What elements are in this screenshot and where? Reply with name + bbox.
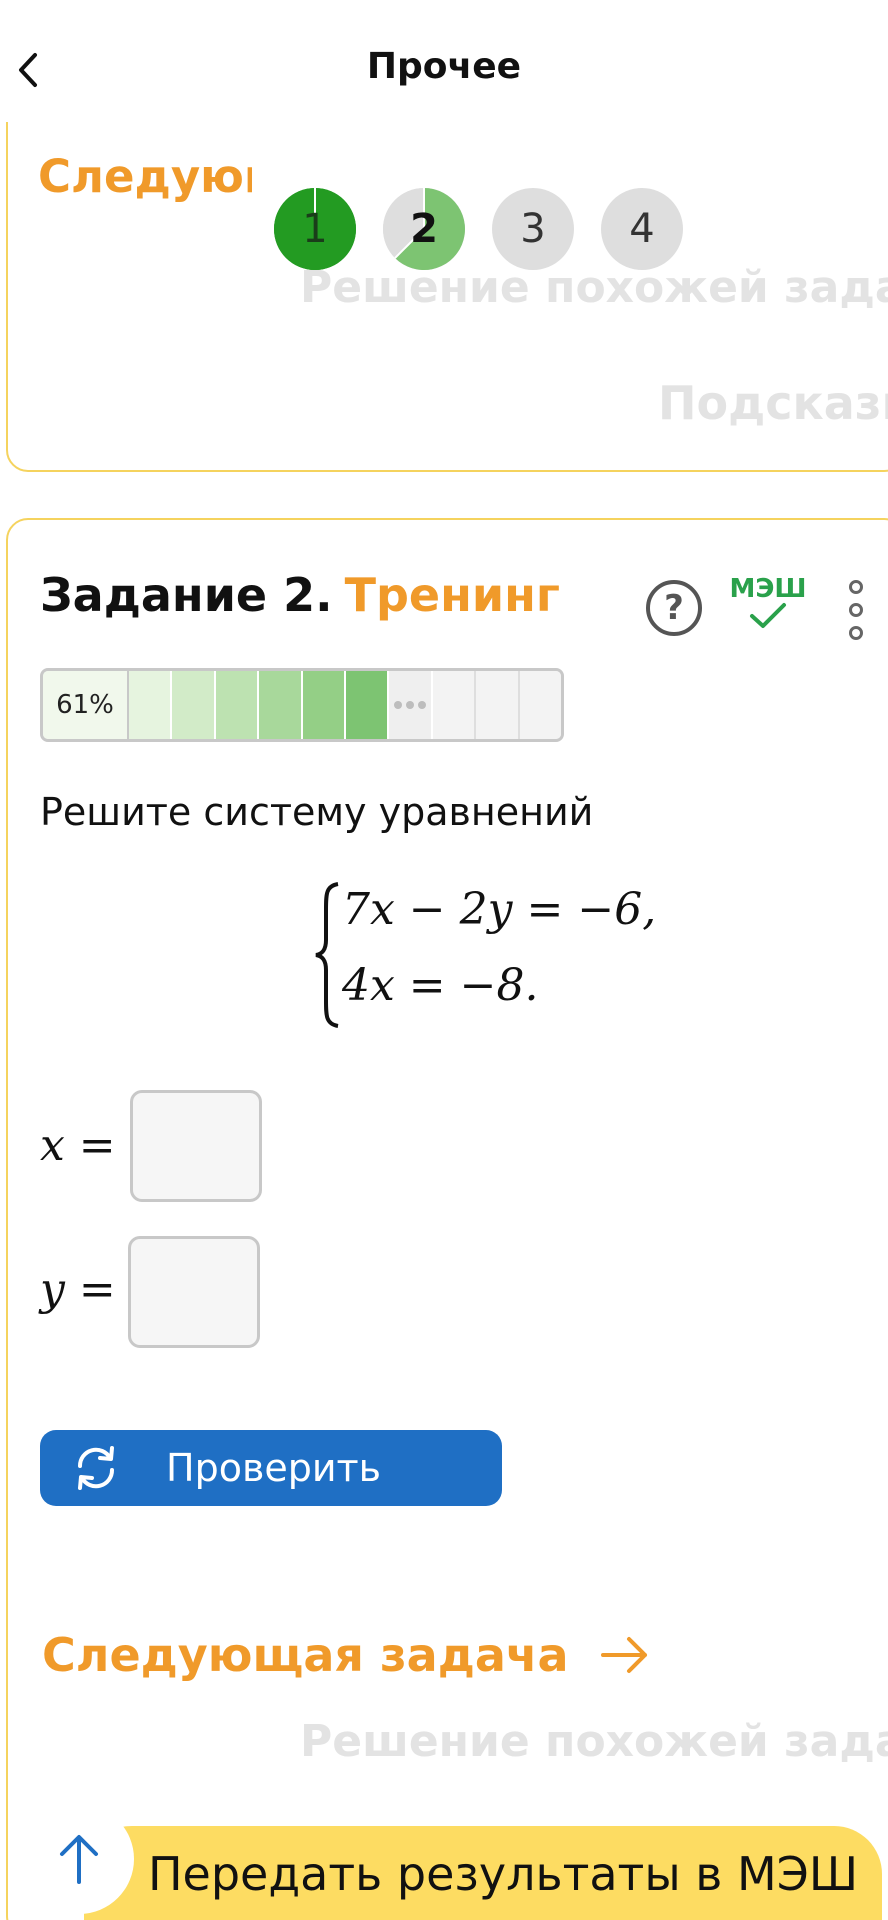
progress-ellipsis — [389, 671, 433, 739]
next-task-link[interactable]: Следующая задача — [42, 1628, 651, 1682]
task-kind: Тренинг — [344, 568, 560, 622]
equation-2: 4x = −8. — [342, 960, 539, 1011]
task-title: Задание 2. Тренинг — [40, 568, 560, 622]
answer-x-input[interactable] — [130, 1090, 262, 1202]
step-2-label: 2 — [410, 206, 438, 252]
similar-solution-link[interactable]: Решение похожей задачи — [300, 1716, 888, 1767]
step-1[interactable]: 1 — [274, 188, 356, 270]
progress-segment — [215, 671, 260, 739]
page: Следующая задача Решение похожей задачи … — [0, 0, 888, 1920]
progress-segment — [172, 671, 216, 739]
equation-system: 7x − 2y = −6, 4x = −8. — [312, 880, 672, 1030]
task-number: Задание 2. — [40, 568, 333, 622]
top-bar: Прочее — [0, 0, 888, 122]
page-title: Прочее — [366, 46, 522, 87]
send-results-label: Передать результаты в МЭШ — [147, 1847, 859, 1901]
task-prompt: Решите систему уравнений — [40, 790, 594, 834]
arrow-up-icon — [60, 1835, 98, 1884]
answer-y-input[interactable] — [128, 1236, 260, 1348]
mesh-label: МЭШ — [729, 574, 807, 604]
progress-segment — [302, 671, 347, 739]
progress-segment — [259, 671, 303, 739]
progress-segment — [476, 671, 520, 739]
step-1-label: 1 — [302, 206, 328, 252]
progress-segment — [129, 671, 173, 739]
progress-segment — [432, 671, 477, 739]
step-3-label: 3 — [520, 206, 546, 252]
answer-x-label: x = — [40, 1120, 116, 1171]
step-4[interactable]: 4 — [601, 188, 683, 270]
check-button[interactable]: Проверить — [40, 1430, 502, 1506]
send-results-button[interactable]: Передать результаты в МЭШ — [84, 1826, 882, 1920]
refresh-icon — [77, 1446, 115, 1490]
more-options-icon[interactable] — [844, 580, 868, 640]
progress-segment — [346, 671, 390, 739]
task-steps: 1 2 3 4 — [274, 188, 683, 270]
answer-y-label: y = — [40, 1264, 116, 1315]
progress-segment — [519, 671, 561, 739]
scroll-up-button[interactable] — [24, 1804, 134, 1914]
mesh-badge[interactable]: МЭШ — [728, 576, 808, 634]
step-3[interactable]: 3 — [492, 188, 574, 270]
help-icon[interactable]: ? — [646, 580, 702, 636]
equation-1: 7x − 2y = −6, — [342, 884, 657, 935]
progress-percent: 61% — [43, 671, 129, 739]
step-2[interactable]: 2 — [383, 188, 465, 270]
help-glyph: ? — [664, 588, 684, 628]
progress-bar: 61% — [40, 668, 564, 742]
check-icon — [728, 602, 808, 634]
arrow-right-icon — [600, 1637, 647, 1673]
step-4-label: 4 — [629, 206, 655, 252]
brace-icon — [315, 882, 339, 1028]
previous-next-task-link[interactable]: Следующая задача — [38, 150, 252, 203]
hint-link[interactable]: Подсказка — [658, 376, 888, 430]
check-button-label: Проверить — [166, 1446, 382, 1490]
next-task-label: Следующая задача — [42, 1628, 569, 1682]
